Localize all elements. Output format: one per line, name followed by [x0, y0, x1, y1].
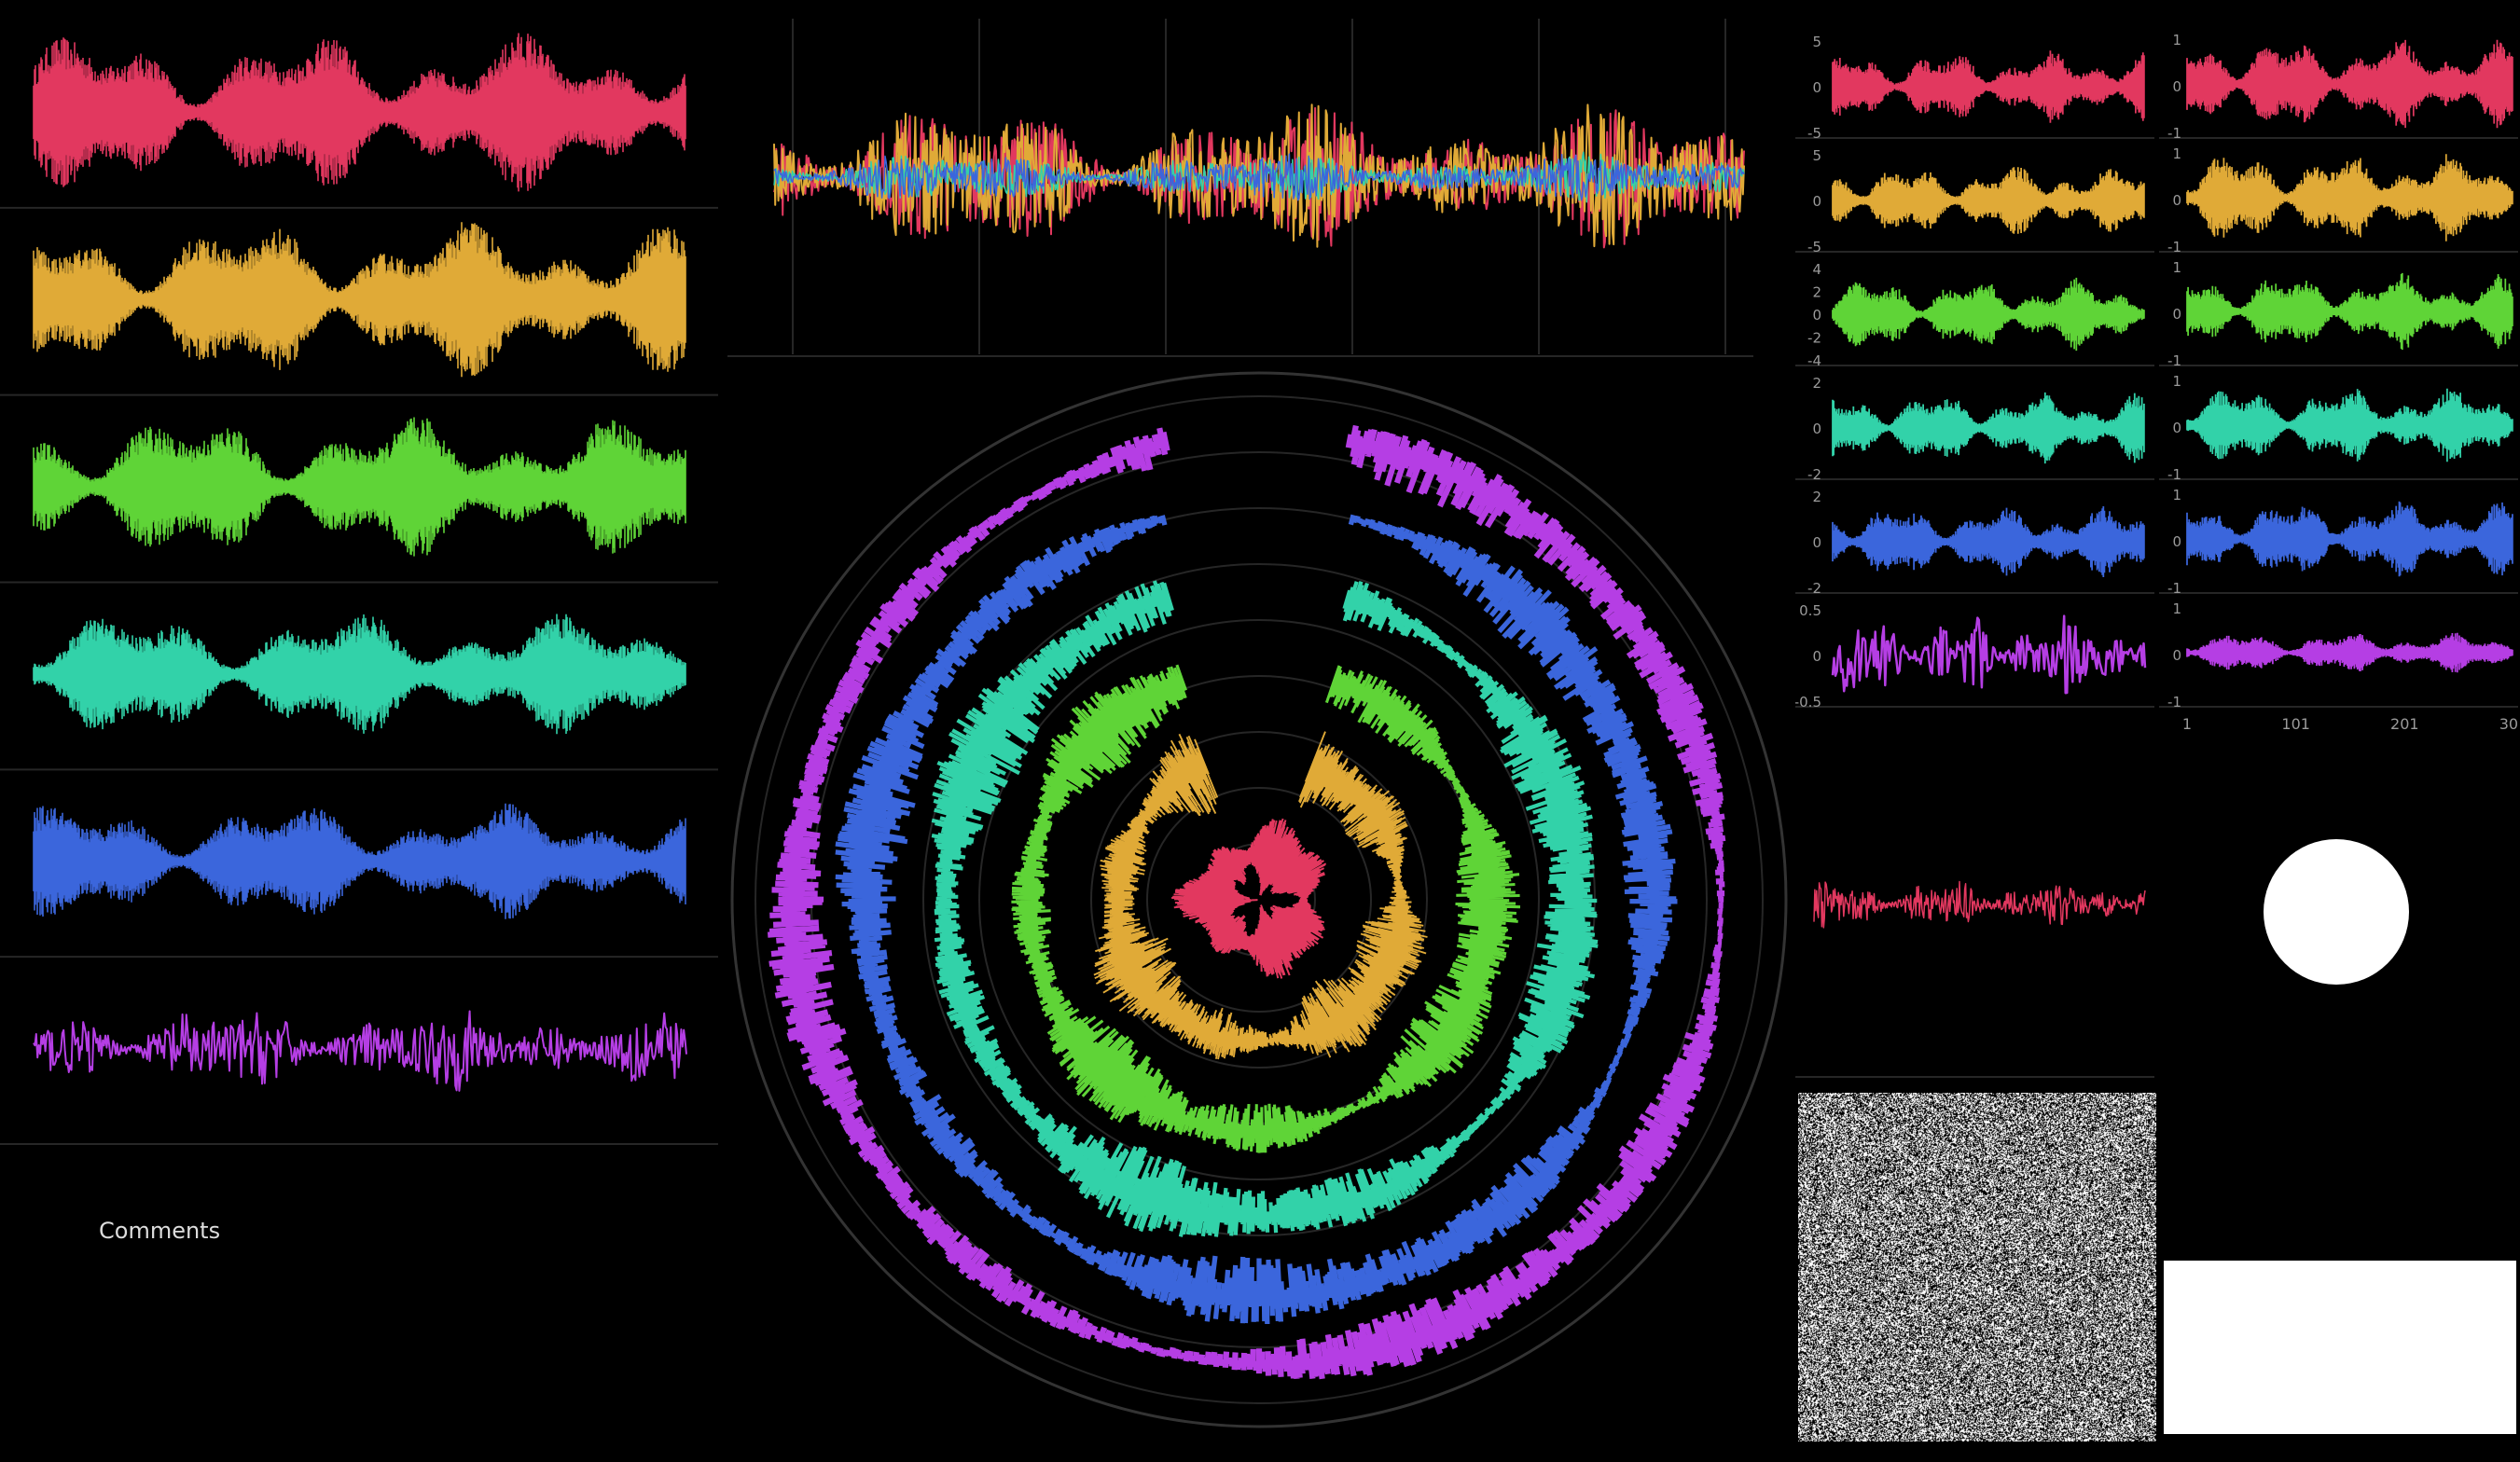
- mid-waveform-purple: [1831, 614, 2147, 695]
- right-waveform-teal: [2186, 388, 2513, 462]
- polar-grid-ring: [1090, 731, 1428, 1069]
- tick-label: 0: [2172, 306, 2181, 323]
- tick-label: 0: [1812, 307, 1821, 324]
- tick-label: 1: [2172, 487, 2181, 503]
- tick-label: 0: [1812, 534, 1821, 551]
- tick-label: 1: [2172, 373, 2181, 390]
- tick-label: 301: [2499, 715, 2518, 733]
- polar-ring-green: [1011, 664, 1521, 1153]
- tick-label: 1: [2182, 715, 2192, 733]
- tick-label: 2: [1812, 375, 1821, 392]
- right-waveform-purple: [2186, 632, 2513, 673]
- tick-label: -5: [1807, 239, 1821, 255]
- tick-label: -2: [1807, 330, 1821, 347]
- comments-input[interactable]: [65, 1203, 617, 1259]
- noise-waveform-red: [1813, 880, 2146, 929]
- tick-label: 1: [2172, 32, 2181, 48]
- tick-label: 0: [2172, 420, 2181, 436]
- polar-panel: [723, 364, 1795, 1436]
- tick-label: -1: [2167, 466, 2181, 483]
- tick-label: 0: [2172, 533, 2181, 550]
- tick-label: -4: [1807, 352, 1821, 369]
- right-waveform-blue: [2186, 501, 2513, 577]
- left-waveform-chart: [0, 33, 718, 1145]
- waveform-gold: [33, 222, 686, 378]
- tick-label: -2: [1807, 466, 1821, 483]
- tick-label: 0: [2172, 78, 2181, 95]
- tick-label: 0: [1812, 193, 1821, 210]
- tick-label: 101: [2281, 715, 2310, 733]
- tick-label: -2: [1807, 580, 1821, 597]
- mid-waveform-red: [1832, 50, 2145, 123]
- tick-label: -0.5: [1795, 694, 1821, 710]
- tick-label: 1: [2172, 145, 2181, 162]
- right-waveform-red: [2186, 39, 2513, 129]
- polar-grid-ring: [755, 395, 1764, 1404]
- tick-label: 0.5: [1799, 602, 1821, 619]
- tick-label: 0: [2172, 192, 2181, 209]
- left-waveform-panel: [0, 19, 727, 1161]
- tick-label: -1: [2167, 352, 2181, 369]
- mid-waveform-gold: [1832, 167, 2145, 234]
- waveform-purple: [33, 1010, 687, 1092]
- polar-ring-chart: [730, 371, 1788, 1428]
- mid-small-chart: 5 0 -5 5 0 -5 4 2 0 -2 -4 2 0 -2 2 0 -2 0.5 0 -0.5: [1795, 34, 2154, 710]
- mid-small-panel: 5 0 -5 5 0 -5 4 2 0 -2 -4 2 0 -2 2 0 -2 0.5 0 -0.5: [1795, 28, 2154, 737]
- mid-waveform-teal: [1832, 392, 2145, 464]
- static-noise-image: [1798, 1093, 2156, 1441]
- polar-grid-ring: [978, 619, 1540, 1180]
- tick-label: -1: [2167, 694, 2181, 710]
- right-small-panel: 10-110-110-110-110-110-11101201301: [2159, 28, 2518, 746]
- tick-label: 2: [1812, 489, 1821, 505]
- tick-label: 0: [1812, 79, 1821, 96]
- tick-label: 1: [2172, 259, 2181, 276]
- tick-label: 0: [1812, 648, 1821, 665]
- red-noise-panel: [1795, 765, 2154, 1082]
- top-overlay-panel: [727, 19, 1753, 373]
- waveform-blue: [33, 803, 686, 919]
- tick-label: 1: [2172, 600, 2181, 617]
- mid-waveform-blue: [1832, 506, 2145, 577]
- white-rectangle: [2164, 1261, 2516, 1434]
- tick-label: 0: [2172, 647, 2181, 664]
- tick-label: 5: [1812, 34, 1821, 50]
- tick-label: 0: [1812, 421, 1821, 437]
- right-waveform-green: [2186, 272, 2513, 351]
- tick-label: 5: [1812, 147, 1821, 164]
- red-noise-chart: [1795, 880, 2154, 1078]
- mid-waveform-green: [1832, 277, 2145, 352]
- tick-label: -1: [2167, 580, 2181, 597]
- right-waveform-gold: [2186, 154, 2513, 241]
- waveform-green: [33, 417, 686, 557]
- top-overlay-chart: [727, 19, 1753, 357]
- tick-label: 201: [2390, 715, 2419, 733]
- tick-label: -5: [1807, 125, 1821, 142]
- tick-label: -1: [2167, 125, 2181, 142]
- waveform-red: [33, 33, 686, 192]
- white-circle: [2264, 839, 2409, 985]
- tick-label: 2: [1812, 284, 1821, 301]
- tick-label: 4: [1812, 261, 1821, 278]
- waveform-teal: [33, 614, 686, 735]
- tick-label: -1: [2167, 239, 2181, 255]
- right-small-chart: 10-110-110-110-110-110-11101201301: [2159, 32, 2518, 733]
